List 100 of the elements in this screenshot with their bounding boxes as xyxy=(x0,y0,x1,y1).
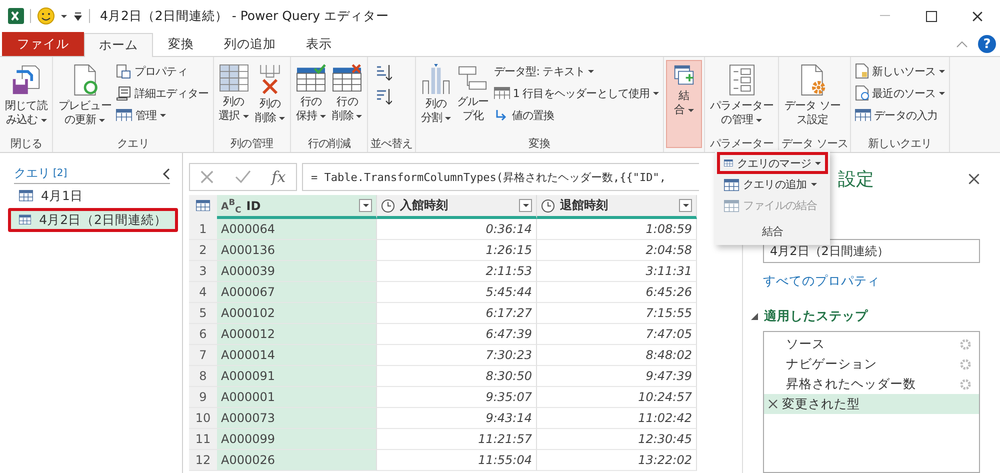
row-number: 6 xyxy=(189,324,217,345)
ribbon-button[interactable]: 列の 選択 xyxy=(216,60,252,126)
ribbon-button[interactable]: 詳細エディター xyxy=(114,83,211,103)
table-cell: A000099 xyxy=(217,429,377,450)
table-cell: A000102 xyxy=(217,303,377,324)
query-item[interactable]: 4月2日（2日間連続） xyxy=(8,208,178,232)
maximize-icon[interactable] xyxy=(926,10,936,22)
ribbon-button[interactable]: 列の 分割 xyxy=(418,60,454,128)
ribbon-button[interactable]: 値の置換 xyxy=(492,105,661,125)
table-icon xyxy=(116,108,132,122)
ribbon-button[interactable]: 行の 削除 xyxy=(329,60,366,126)
column-header[interactable]: A$^{B}$$_{C}$ ID xyxy=(217,195,377,219)
merge-table-icon xyxy=(672,64,695,86)
row-number: 1 xyxy=(189,219,217,240)
all-properties-link[interactable]: すべてのプロパティ xyxy=(763,273,880,290)
ribbon-button[interactable]: 列の 削除 xyxy=(252,60,288,128)
table-cell: A000039 xyxy=(217,261,377,282)
ribbon-button[interactable]: 新しいソース xyxy=(853,61,947,81)
filter-dropdown[interactable] xyxy=(679,199,692,212)
row-number: 8 xyxy=(189,366,217,387)
help-button[interactable]: ? xyxy=(978,35,996,53)
query-count: [2] xyxy=(53,168,68,179)
table-cell: A000014 xyxy=(217,345,377,366)
table-cell: 8:48:02 xyxy=(537,345,697,366)
column-header[interactable]: 入館時刻 xyxy=(377,195,537,219)
column-split-icon xyxy=(420,64,451,94)
table-cell: 1:26:15 xyxy=(377,240,537,261)
scroll-icon xyxy=(116,86,132,100)
row-number: 4 xyxy=(189,282,217,303)
ribbon-button[interactable]: データの入力 xyxy=(853,105,947,125)
step-item[interactable]: 昇格されたヘッダー数 xyxy=(764,374,979,394)
menu-item[interactable]: クエリのマージ xyxy=(717,152,828,174)
group-label: データ ソース xyxy=(781,136,848,152)
table-cell: 9:43:14 xyxy=(377,408,537,429)
ribbon-button[interactable]: 行の 保持 xyxy=(293,60,330,126)
collapse-ribbon-icon[interactable] xyxy=(956,40,968,48)
table-menu-button[interactable] xyxy=(189,195,217,219)
collapse-triangle-icon[interactable] xyxy=(751,313,758,320)
new-document-icon xyxy=(855,63,870,79)
table-icon xyxy=(724,200,739,212)
ribbon-button[interactable]: 閉じて読 み込む xyxy=(2,60,50,130)
ribbon-button[interactable]: データ型: テキスト xyxy=(492,61,661,81)
step-item[interactable]: 変更された型 xyxy=(764,394,979,414)
ribbon-tab[interactable]: 表示 xyxy=(291,32,347,56)
name-field[interactable]: 4月2日（2日間連続） xyxy=(763,239,980,263)
table-icon xyxy=(855,108,872,122)
replace-arrow-icon xyxy=(494,108,509,122)
ribbon-button[interactable]: プレビュー の更新 xyxy=(55,60,114,130)
ribbon-tab[interactable]: ホーム xyxy=(84,33,153,57)
ribbon-tab[interactable]: 列の追加 xyxy=(209,32,291,56)
table-icon xyxy=(19,214,32,226)
close-icon[interactable] xyxy=(972,10,982,22)
table-cell: 7:30:23 xyxy=(377,345,537,366)
sort-ascending-icon[interactable] xyxy=(376,64,392,82)
formula-field[interactable]: = Table.TransformColumnTypes(昇格されたヘッダー数,{{"ID", xyxy=(302,163,699,191)
file-tab[interactable]: ファイル xyxy=(2,32,84,56)
ribbon-button[interactable]: 結 合 xyxy=(666,60,702,148)
ribbon-button[interactable]: 管理 xyxy=(114,105,211,125)
query-item[interactable]: 4月1日 xyxy=(8,184,178,208)
ribbon-button[interactable]: プロパティ xyxy=(114,61,211,81)
ribbon-button[interactable]: パラメーター の管理 xyxy=(706,60,776,130)
settings-title: 設定 xyxy=(838,168,874,191)
table-cell: 1:08:59 xyxy=(537,219,697,240)
close-icon[interactable] xyxy=(968,173,980,185)
table-cell: 11:21:57 xyxy=(377,429,537,450)
table-cell: 0:36:14 xyxy=(377,219,537,240)
customize-toolbar-icon[interactable] xyxy=(73,11,83,21)
column-header[interactable]: 退館時刻 xyxy=(537,195,697,219)
excel-logo-icon xyxy=(8,8,24,24)
smiley-icon[interactable] xyxy=(37,7,55,25)
table-cell: A000073 xyxy=(217,408,377,429)
step-item[interactable]: ナビゲーション xyxy=(764,354,979,374)
window-title: 4月2日（2日間連続） - Power Query エディター xyxy=(100,8,390,24)
function-button[interactable]: fx xyxy=(272,168,286,186)
table-cell: A000012 xyxy=(217,324,377,345)
filter-dropdown[interactable] xyxy=(519,199,532,212)
table-cell: 9:35:07 xyxy=(377,387,537,408)
group-label: 変換 xyxy=(528,136,551,152)
table-cell: A000136 xyxy=(217,240,377,261)
ribbon-button[interactable]: グルー プ化 xyxy=(454,60,492,126)
ribbon-button[interactable]: 最近のソース xyxy=(853,83,947,103)
group-label: クエリ xyxy=(116,136,150,152)
ribbon-tab[interactable]: 変換 xyxy=(153,32,209,56)
table-cell: 2:04:58 xyxy=(537,240,697,261)
queries-title: クエリ xyxy=(14,165,50,182)
ribbon-button[interactable]: 1 行目をヘッダーとして使用 xyxy=(492,83,661,103)
ribbon-button[interactable]: データ ソー ス設定 xyxy=(781,60,844,130)
table-cell: A000067 xyxy=(217,282,377,303)
filter-dropdown[interactable] xyxy=(359,199,372,212)
table-cell: 6:45:26 xyxy=(537,282,697,303)
step-item[interactable]: ソース xyxy=(764,334,979,354)
delete-step-icon[interactable] xyxy=(768,399,778,409)
table-cell: 11:02:42 xyxy=(537,408,697,429)
table-cell: 3:11:31 xyxy=(537,261,697,282)
collapse-panel-icon[interactable] xyxy=(162,168,170,180)
group-label: 閉じる xyxy=(9,136,44,152)
row-delete-icon xyxy=(332,64,362,92)
save-load-icon xyxy=(11,64,42,96)
menu-item[interactable]: クエリの追加 xyxy=(717,174,828,195)
sort-descending-icon[interactable] xyxy=(376,88,392,106)
